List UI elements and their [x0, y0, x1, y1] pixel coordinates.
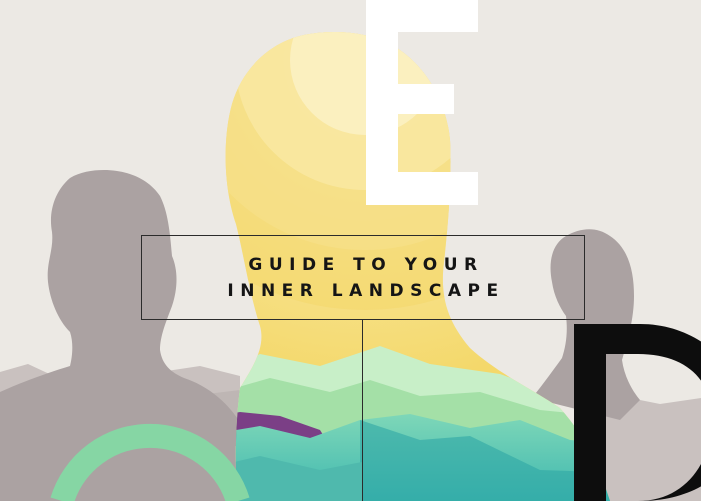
letter-e: [366, 0, 478, 205]
title-box: GUIDE TO YOUR INNER LANDSCAPE: [141, 235, 585, 320]
title-line-2: INNER LANDSCAPE: [227, 280, 505, 301]
title-stem-line: [362, 320, 363, 501]
title-line-1: GUIDE TO YOUR: [248, 254, 484, 275]
